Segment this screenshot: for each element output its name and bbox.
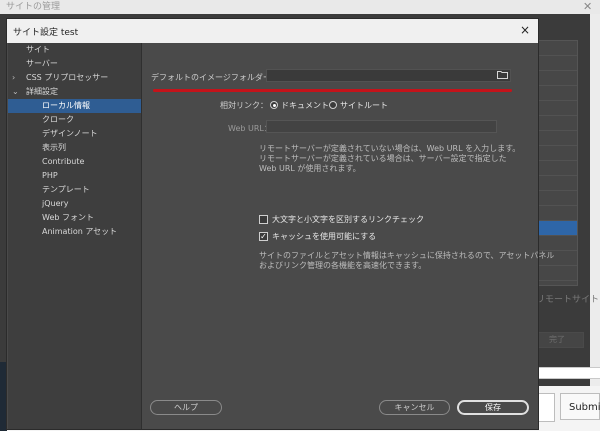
sidebar-item-label: クローク xyxy=(42,115,74,124)
radio-document-label[interactable]: ドキュメント xyxy=(281,100,329,111)
sidebar-item-css-preprocessor[interactable]: › CSS プリプロセッサー xyxy=(8,71,141,85)
default-image-folder-label: デフォルトのイメージフォルダー： xyxy=(151,73,279,82)
sidebar-item-php[interactable]: PHP xyxy=(8,169,141,183)
sidebar-item-design-notes[interactable]: デザインノート xyxy=(8,127,141,141)
relative-link-label: 相対リンク： xyxy=(220,101,268,110)
sidebar-item-label: 詳細設定 xyxy=(26,87,58,96)
sidebar-item-label: テンプレート xyxy=(42,185,90,194)
web-url-note-line1: リモートサーバーが定義されていない場合は、Web URL を入力します。 xyxy=(259,144,521,153)
case-sensitive-checkbox[interactable] xyxy=(259,215,268,224)
sidebar-item-cloaking[interactable]: クローク xyxy=(8,113,141,127)
background-field xyxy=(530,367,600,379)
site-settings-dialog: サイト設定 test × サイト サーバー › CSS プリプロセッサー ⌄ 詳細設… xyxy=(6,18,554,430)
sidebar-item-contribute[interactable]: Contribute xyxy=(8,155,141,169)
close-icon[interactable]: × xyxy=(520,23,530,37)
sidebar-item-label: PHP xyxy=(42,171,58,180)
radio-site-root-label[interactable]: サイトルート xyxy=(340,100,388,111)
radio-document[interactable] xyxy=(270,101,278,109)
radio-site-root[interactable] xyxy=(329,101,337,109)
sidebar-item-site[interactable]: サイト xyxy=(8,43,141,57)
background-window-titlebar: サイトの管理 xyxy=(0,0,600,14)
sidebar-item-advanced[interactable]: ⌄ 詳細設定 xyxy=(8,85,141,99)
sidebar-item-animation-assets[interactable]: Animation アセット xyxy=(8,225,141,239)
sidebar-item-label: デザインノート xyxy=(42,129,98,138)
settings-sidebar: サイト サーバー › CSS プリプロセッサー ⌄ 詳細設定 ローカル情報 クローク… xyxy=(8,43,142,429)
sidebar-item-server[interactable]: サーバー xyxy=(8,57,141,71)
settings-content: デフォルトのイメージフォルダー： 相対リンク： ドキュメント サイトルート We… xyxy=(142,43,554,429)
highlight-underline xyxy=(153,89,512,92)
enable-cache-checkbox[interactable]: ✓ xyxy=(259,232,268,241)
background-window-title: サイトの管理 xyxy=(6,2,61,12)
sidebar-item-label: CSS プリプロセッサー xyxy=(26,73,109,82)
help-button[interactable]: ヘルプ xyxy=(150,400,222,415)
dialog-titlebar: サイト設定 test × xyxy=(7,19,538,43)
sidebar-item-label: ローカル情報 xyxy=(42,101,90,110)
chevron-down-icon[interactable]: ⌄ xyxy=(12,85,19,99)
sidebar-item-local-info[interactable]: ローカル情報 xyxy=(8,99,141,113)
dialog-title: サイト設定 test xyxy=(13,28,79,38)
cache-note-line1: サイトのファイルとアセット情報はキャッシュに保持されるので、アセットパネル xyxy=(259,251,555,260)
web-url-note-line3: Web URL が使用されます。 xyxy=(259,164,361,173)
cache-note-line2: およびリンク管理の各機能を高速化できます。 xyxy=(259,261,427,270)
background-site-list xyxy=(536,40,578,286)
background-close-icon[interactable]: ✕ xyxy=(583,0,592,13)
default-image-folder-input[interactable] xyxy=(266,69,511,82)
folder-icon[interactable] xyxy=(495,70,509,82)
sidebar-item-label: サーバー xyxy=(26,59,58,68)
save-button[interactable]: 保存 xyxy=(457,400,529,415)
sidebar-item-jquery[interactable]: jQuery xyxy=(8,197,141,211)
cancel-button[interactable]: キャンセル xyxy=(379,400,450,415)
sidebar-item-web-fonts[interactable]: Web フォント xyxy=(8,211,141,225)
sidebar-item-label: Contribute xyxy=(42,157,85,166)
sidebar-item-templates[interactable]: テンプレート xyxy=(8,183,141,197)
sidebar-item-label: サイト xyxy=(26,45,50,54)
web-url-input[interactable] xyxy=(266,120,497,133)
sidebar-item-label: 表示列 xyxy=(42,143,66,152)
background-submit-button[interactable]: Submit xyxy=(560,393,600,420)
sidebar-item-file-view-columns[interactable]: 表示列 xyxy=(8,141,141,155)
case-sensitive-label[interactable]: 大文字と小文字を区別するリンクチェック xyxy=(272,214,424,225)
sidebar-item-label: Animation アセット xyxy=(42,227,118,236)
enable-cache-label[interactable]: キャッシュを使用可能にする xyxy=(272,231,376,242)
sidebar-item-label: Web フォント xyxy=(42,213,94,222)
sidebar-item-label: jQuery xyxy=(42,199,69,208)
web-url-note-line2: リモートサーバーが定義されている場合は、サーバー設定で指定した xyxy=(259,154,507,163)
chevron-right-icon[interactable]: › xyxy=(12,71,15,85)
background-remote-site-label: リモートサイト xyxy=(536,295,600,305)
